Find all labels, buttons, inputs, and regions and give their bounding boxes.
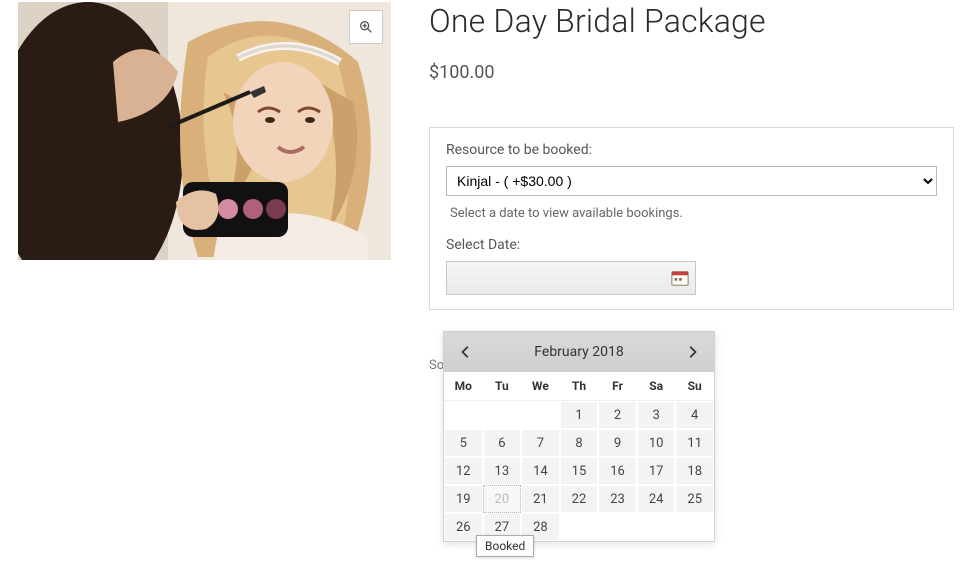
day[interactable]: 17 bbox=[637, 457, 676, 485]
dow-header: We bbox=[521, 372, 560, 401]
day[interactable]: 6 bbox=[483, 429, 522, 457]
dow-header: Mo bbox=[444, 372, 483, 401]
day[interactable]: 15 bbox=[560, 457, 599, 485]
day[interactable]: 18 bbox=[675, 457, 714, 485]
resource-select[interactable]: Kinjal - ( +$30.00 ) bbox=[446, 166, 937, 196]
day-empty bbox=[521, 401, 560, 429]
day[interactable]: 24 bbox=[637, 485, 676, 513]
day[interactable]: 14 bbox=[521, 457, 560, 485]
chevron-left-icon bbox=[459, 345, 473, 359]
day[interactable]: 13 bbox=[483, 457, 522, 485]
day-booked: 20 bbox=[483, 485, 522, 513]
day[interactable]: 7 bbox=[521, 429, 560, 457]
dow-header: Tu bbox=[483, 372, 522, 401]
day[interactable]: 1 bbox=[560, 401, 599, 429]
day[interactable]: 9 bbox=[598, 429, 637, 457]
day[interactable]: 11 bbox=[675, 429, 714, 457]
day[interactable]: 3 bbox=[637, 401, 676, 429]
datepicker: February 2018 MoTuWeThFrSaSu123456789101… bbox=[443, 331, 715, 542]
day[interactable]: 5 bbox=[444, 429, 483, 457]
day[interactable]: 4 bbox=[675, 401, 714, 429]
day[interactable]: 22 bbox=[560, 485, 599, 513]
date-input[interactable] bbox=[446, 261, 696, 295]
booking-form: Resource to be booked: Kinjal - ( +$30.0… bbox=[429, 127, 954, 310]
day-empty bbox=[444, 401, 483, 429]
day[interactable]: 23 bbox=[598, 485, 637, 513]
chevron-right-icon bbox=[685, 345, 699, 359]
prev-month-button[interactable] bbox=[454, 340, 478, 364]
dow-header: Th bbox=[560, 372, 599, 401]
resource-label: Resource to be booked: bbox=[446, 142, 937, 158]
dow-header: Su bbox=[675, 372, 714, 401]
day[interactable]: 12 bbox=[444, 457, 483, 485]
product-price: $100.00 bbox=[429, 62, 954, 83]
day[interactable]: 8 bbox=[560, 429, 599, 457]
day[interactable]: 25 bbox=[675, 485, 714, 513]
dow-header: Fr bbox=[598, 372, 637, 401]
booked-tooltip: Booked bbox=[476, 535, 534, 557]
zoom-button[interactable] bbox=[349, 10, 383, 44]
day[interactable]: 16 bbox=[598, 457, 637, 485]
day[interactable]: 21 bbox=[521, 485, 560, 513]
day[interactable]: 10 bbox=[637, 429, 676, 457]
datepicker-grid: MoTuWeThFrSaSu12345678910111213141516171… bbox=[444, 372, 714, 541]
date-label: Select Date: bbox=[446, 237, 937, 253]
datepicker-header: February 2018 bbox=[444, 332, 714, 372]
calendar-icon bbox=[671, 269, 689, 287]
booking-hint: Select a date to view available bookings… bbox=[446, 206, 937, 221]
product-image bbox=[18, 2, 391, 260]
dow-header: Sa bbox=[637, 372, 676, 401]
day[interactable]: 19 bbox=[444, 485, 483, 513]
day[interactable]: 2 bbox=[598, 401, 637, 429]
product-title: One Day Bridal Package bbox=[429, 2, 954, 40]
day-empty bbox=[483, 401, 522, 429]
zoom-icon bbox=[358, 19, 374, 35]
next-month-button[interactable] bbox=[680, 340, 704, 364]
datepicker-month: February 2018 bbox=[478, 344, 680, 360]
